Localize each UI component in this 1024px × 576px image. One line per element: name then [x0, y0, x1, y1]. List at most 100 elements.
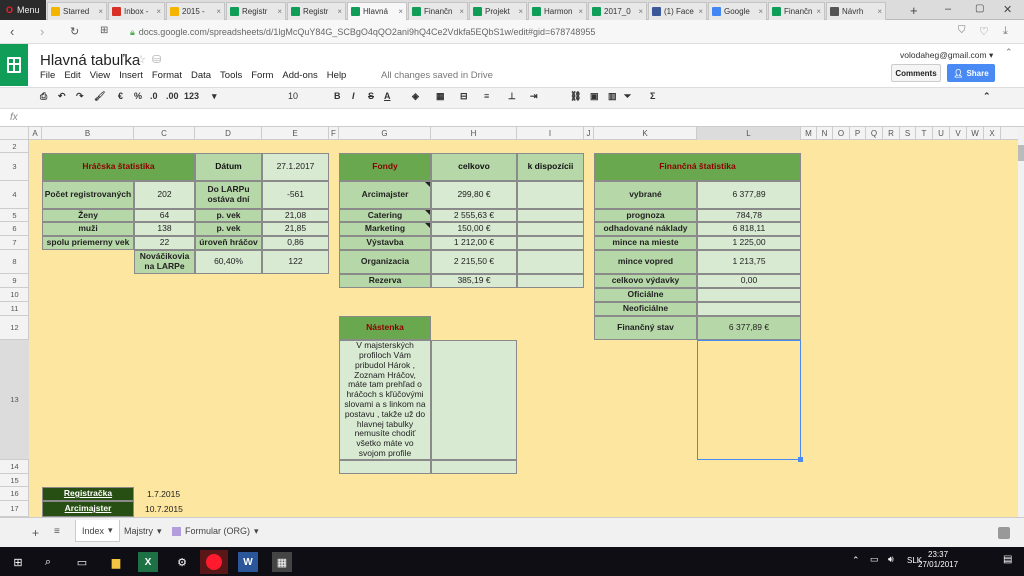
browser-tab[interactable]: Harmon ×: [528, 2, 587, 20]
fondy-value-vystavba[interactable]: 1 212,00 €: [431, 236, 517, 250]
fondy-disp-vystavba[interactable]: [517, 236, 584, 250]
column-header-s[interactable]: S: [900, 127, 916, 140]
formula-bar[interactable]: fx: [0, 110, 1024, 127]
fin-value-neoficialne[interactable]: [697, 302, 801, 316]
browser-tab[interactable]: Hlavná ×: [347, 2, 407, 20]
menu-data[interactable]: Data: [191, 70, 211, 81]
tab-close-icon[interactable]: ×: [156, 7, 161, 16]
fin-value-mince-vopred[interactable]: 1 213,75: [697, 250, 801, 274]
browser-tab[interactable]: Projekt ×: [469, 2, 527, 20]
fin-label-prognoza[interactable]: prognoza: [594, 209, 697, 222]
tab-close-icon[interactable]: ×: [277, 7, 282, 16]
fondy-col-celkovo[interactable]: celkovo: [431, 153, 517, 181]
back-icon[interactable]: ‹: [10, 24, 14, 39]
paint-format-icon[interactable]: 🖌︎: [94, 91, 105, 102]
fondy-label-rezerva[interactable]: Rezerva: [339, 274, 431, 288]
column-header-x[interactable]: X: [984, 127, 1001, 140]
muzi-value[interactable]: 138: [134, 222, 195, 236]
more-formats-dropdown[interactable]: 123: [184, 91, 199, 101]
column-header-m[interactable]: M: [801, 127, 817, 140]
row-header-3[interactable]: 3: [0, 153, 29, 181]
user-account[interactable]: volodaheg@gmail.com ▾: [900, 50, 993, 61]
currency-icon[interactable]: €: [118, 91, 123, 101]
column-header-k[interactable]: K: [594, 127, 697, 140]
tab-close-icon[interactable]: ×: [459, 7, 464, 16]
column-header-u[interactable]: U: [933, 127, 950, 140]
column-header-q[interactable]: Q: [866, 127, 883, 140]
fondy-value-rezerva[interactable]: 385,19 €: [431, 274, 517, 288]
menu-tools[interactable]: Tools: [220, 70, 242, 81]
add-sheet-icon[interactable]: +: [32, 526, 39, 540]
spolu-value[interactable]: 22: [134, 236, 195, 250]
browser-tab[interactable]: Google ×: [708, 2, 767, 20]
column-header-d[interactable]: D: [195, 127, 262, 140]
browser-tab[interactable]: Návrh ×: [826, 2, 886, 20]
menu-form[interactable]: Form: [251, 70, 273, 81]
fin-label-mince-vopred[interactable]: mince vopred: [594, 250, 697, 274]
share-button[interactable]: 👤︎ Share: [947, 64, 995, 82]
chart-icon[interactable]: ▥: [608, 91, 617, 102]
browser-tab[interactable]: Finančn ×: [768, 2, 825, 20]
column-header-j[interactable]: J: [584, 127, 594, 140]
date-label-registracka[interactable]: Registračka: [42, 487, 134, 501]
fondy-label-arcimajster[interactable]: Arcimajster: [339, 181, 431, 209]
row-header-15[interactable]: 15: [0, 474, 29, 487]
fin-label-stav[interactable]: Finančný stav: [594, 316, 697, 340]
fin-value-stav[interactable]: 6 377,89 €: [697, 316, 801, 340]
menu-file[interactable]: File: [40, 70, 55, 81]
fin-label-neoficialne[interactable]: Neoficiálne: [594, 302, 697, 316]
menu-edit[interactable]: Edit: [64, 70, 80, 81]
browser-tab[interactable]: Starred ×: [47, 2, 107, 20]
pocet-label[interactable]: Počet registrovaných: [42, 181, 134, 209]
strikethrough-icon[interactable]: S: [368, 91, 374, 101]
column-header-a[interactable]: A: [29, 127, 42, 140]
browser-tab[interactable]: Finančn ×: [408, 2, 468, 20]
do-larpu-label[interactable]: Do LARPu ostáva dní: [195, 181, 262, 209]
pvek1-label[interactable]: p. vek: [195, 209, 262, 222]
windows-start-icon[interactable]: ⊞: [8, 552, 28, 572]
row-header-6[interactable]: 6: [0, 222, 29, 236]
browser-tab[interactable]: 2017_0 ×: [588, 2, 647, 20]
text-color-icon[interactable]: A: [384, 91, 391, 101]
tab-close-icon[interactable]: ×: [337, 7, 342, 16]
sheets-logo-icon[interactable]: [0, 44, 28, 86]
fondy-label-organizacia[interactable]: Organizacia: [339, 250, 431, 274]
notifications-icon[interactable]: ▤: [1003, 554, 1012, 565]
filter-icon[interactable]: ⏷: [624, 91, 631, 102]
column-header-i[interactable]: I: [517, 127, 584, 140]
pocet-value[interactable]: 202: [134, 181, 195, 209]
column-header-p[interactable]: P: [850, 127, 866, 140]
nastenka-text[interactable]: V majsterských profiloch Vám pribudol Há…: [339, 340, 431, 460]
file-explorer-icon[interactable]: ▆: [106, 552, 126, 572]
hracska-title[interactable]: Hráčska štatistika: [42, 153, 195, 181]
move-folder-icon[interactable]: ⛁: [152, 53, 161, 66]
link-icon[interactable]: ⛓︎: [570, 91, 581, 102]
align-vertical-icon[interactable]: ⊥: [508, 91, 516, 102]
column-header-h[interactable]: H: [431, 127, 517, 140]
zeny-label[interactable]: Ženy: [42, 209, 134, 222]
star-icon[interactable]: ☆: [136, 53, 146, 66]
browser-menu-button[interactable]: O Menu: [0, 0, 46, 20]
url-field[interactable]: 🔒︎ docs.google.com/spreadsheets/d/1lgMcQ…: [130, 24, 950, 40]
tab-close-icon[interactable]: ×: [578, 7, 583, 16]
document-title[interactable]: Hlavná tabuľka: [40, 52, 140, 69]
row-header-2[interactable]: 2: [0, 140, 29, 153]
tab-close-icon[interactable]: ×: [698, 7, 703, 16]
excel-icon[interactable]: X: [138, 552, 158, 572]
row-header-7[interactable]: 7: [0, 236, 29, 250]
browser-tab[interactable]: Registr ×: [287, 2, 346, 20]
nastenka-title[interactable]: Nástenka: [339, 316, 431, 340]
taskbar-clock[interactable]: 23:37 27/01/2017: [918, 550, 958, 571]
network-icon[interactable]: ▭: [870, 554, 879, 565]
fin-value-mince-mieste[interactable]: 1 225,00: [697, 236, 801, 250]
fondy-value-organizacia[interactable]: 2 215,50 €: [431, 250, 517, 274]
fondy-disp-marketing[interactable]: [517, 222, 584, 236]
tab-close-icon[interactable]: ×: [216, 7, 221, 16]
date-label-arcimajster[interactable]: Arcimajster: [42, 501, 134, 517]
tab-close-icon[interactable]: ×: [98, 7, 103, 16]
datum-value[interactable]: 27.1.2017: [262, 153, 329, 181]
column-header-g[interactable]: G: [339, 127, 431, 140]
tab-close-icon[interactable]: ×: [638, 7, 643, 16]
selection-handle[interactable]: [798, 457, 803, 462]
row-header-14[interactable]: 14: [0, 460, 29, 474]
